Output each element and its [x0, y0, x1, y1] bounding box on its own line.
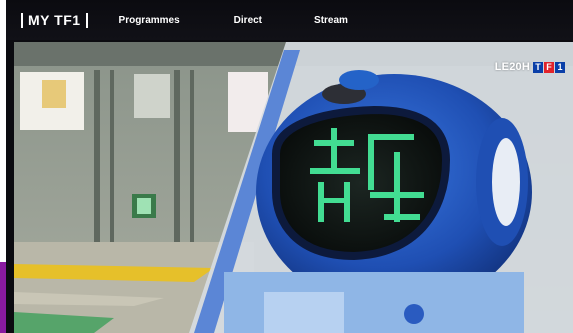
video-frame — [14, 42, 573, 333]
top-navigation-bar: MY TF1 Programmes Direct Stream — [6, 0, 573, 40]
logo-text: MY TF1 — [28, 12, 81, 28]
nav-programmes[interactable]: Programmes — [119, 15, 180, 26]
app-window: MY TF1 Programmes Direct Stream LE20H T … — [6, 0, 573, 333]
tf1-letter-f: F — [544, 61, 554, 73]
tf1-letter-1: 1 — [555, 61, 565, 73]
channel-logo: LE20H T F 1 — [495, 61, 565, 73]
logo-bar-right — [85, 12, 88, 28]
main-nav: Programmes Direct Stream — [119, 15, 400, 26]
program-logo: LE20H — [494, 61, 530, 73]
my-tf1-logo[interactable]: MY TF1 — [16, 12, 93, 28]
tf1-logo: T F 1 — [532, 61, 565, 73]
tf1-letter-t: T — [533, 61, 543, 73]
logo-bar-left — [21, 12, 23, 28]
nav-stream[interactable]: Stream — [314, 15, 348, 26]
left-accent-bar — [0, 262, 6, 333]
nav-direct[interactable]: Direct — [234, 15, 262, 26]
video-player[interactable]: LE20H T F 1 — [14, 42, 573, 333]
